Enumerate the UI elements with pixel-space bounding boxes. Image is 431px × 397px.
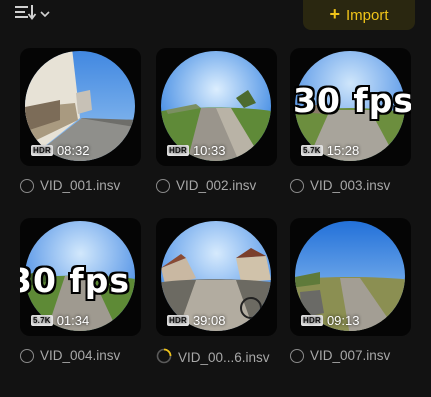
format-tag: 5.7K [301,145,323,156]
import-button[interactable]: + Import [303,0,415,30]
file-caption: VID_00...6.insv [156,348,296,367]
format-tag: HDR [167,145,189,156]
video-thumbnail[interactable]: HDR 08:32 [20,48,141,166]
chevron-down-icon [40,5,50,23]
format-tag: HDR [167,315,189,326]
thumbnail-badge: 5.7K 01:34 [31,313,89,328]
video-thumbnail[interactable]: HDR 10:33 [156,48,277,166]
import-label: Import [346,6,389,24]
file-name: VID_002.insv [176,178,257,193]
file-name: VID_003.insv [310,178,391,193]
media-library: + Import HDR 08:32 VID_001.insv HDR 10:3… [0,0,431,397]
file-name: VID_004.insv [40,348,121,363]
sort-list-icon [14,4,38,25]
media-card[interactable]: HDR 10:33 VID_002.insv [156,48,277,193]
media-card[interactable]: HDR 08:32 VID_001.insv [20,48,141,193]
loading-spinner-icon [156,348,172,367]
media-card[interactable]: HDR 39:08 VID_00...6.insv [156,218,277,365]
video-thumbnail[interactable]: HDR 09:13 [290,218,411,336]
duration-label: 10:33 [192,143,226,158]
file-caption: VID_004.insv [20,348,160,363]
thumbnail-badge: 5.7K 15:28 [301,143,359,158]
media-card[interactable]: HDR 09:13 VID_007.insv [290,218,411,363]
select-radio[interactable] [20,178,34,193]
media-card[interactable]: 30 fps 5.7K 01:34 VID_004.insv [20,218,141,363]
format-tag: HDR [31,145,53,156]
file-name: VID_001.insv [40,178,121,193]
thumbnail-badge: HDR 39:08 [167,313,225,328]
duration-label: 01:34 [56,313,90,328]
sort-button[interactable] [14,3,60,25]
select-radio[interactable] [156,178,170,193]
file-caption: VID_007.insv [290,348,430,363]
select-radio[interactable] [290,178,304,193]
file-caption: VID_001.insv [20,178,160,193]
video-thumbnail[interactable]: 30 fps 5.7K 15:28 [290,48,411,166]
format-tag: 5.7K [31,315,53,326]
select-radio[interactable] [20,348,34,363]
duration-label: 09:13 [326,313,360,328]
duration-label: 39:08 [192,313,226,328]
file-caption: VID_002.insv [156,178,296,193]
file-name: VID_007.insv [310,348,391,363]
video-thumbnail[interactable]: 30 fps 5.7K 01:34 [20,218,141,336]
thumbnail-badge: HDR 10:33 [167,143,225,158]
file-name: VID_00...6.insv [178,350,270,365]
format-tag: HDR [301,315,323,326]
plus-icon: + [329,4,340,24]
duration-label: 15:28 [326,143,360,158]
select-radio[interactable] [290,348,304,363]
thumbnail-badge: HDR 09:13 [301,313,359,328]
media-card[interactable]: 30 fps 5.7K 15:28 VID_003.insv [290,48,411,193]
duration-label: 08:32 [56,143,90,158]
video-thumbnail[interactable]: HDR 39:08 [156,218,277,336]
thumbnail-badge: HDR 08:32 [31,143,89,158]
file-caption: VID_003.insv [290,178,430,193]
